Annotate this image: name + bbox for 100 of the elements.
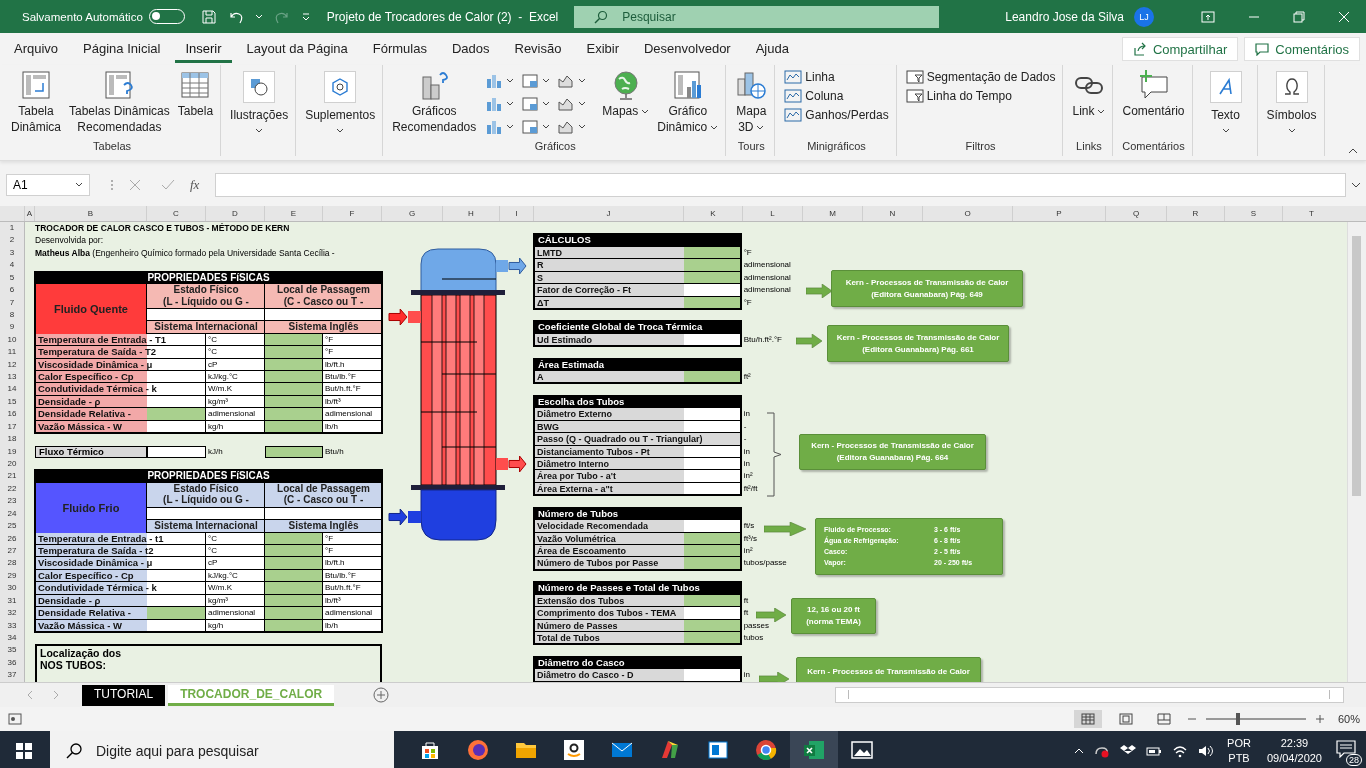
- chart-type-icon[interactable]: [485, 118, 504, 135]
- ribbon-tab[interactable]: Layout da Página: [236, 35, 358, 63]
- comments-button[interactable]: Comentários: [1244, 37, 1360, 61]
- column-header[interactable]: F: [322, 206, 381, 221]
- windows-start-icon[interactable]: [16, 743, 32, 759]
- ribbon-button[interactable]: Ganhos/Perdas: [781, 107, 892, 123]
- row-header[interactable]: 25: [0, 520, 24, 533]
- row-header[interactable]: 12: [0, 358, 24, 372]
- row-header[interactable]: 11: [0, 346, 24, 359]
- column-header[interactable]: R: [1166, 206, 1224, 221]
- keyboard-indicator[interactable]: PTB: [1228, 751, 1250, 766]
- chart-type-icon[interactable]: [521, 72, 540, 89]
- row-header[interactable]: 18: [0, 433, 24, 446]
- ribbon-button[interactable]: Suplementos: [302, 67, 379, 135]
- sync-error-icon[interactable]: [1094, 744, 1111, 758]
- ribbon-button[interactable]: Tabela: [174, 67, 217, 121]
- column-header[interactable]: A: [24, 206, 34, 221]
- column-header[interactable]: E: [264, 206, 322, 221]
- row-header[interactable]: 33: [0, 619, 24, 632]
- row-header[interactable]: 28: [0, 557, 24, 570]
- normal-view-icon[interactable]: [1073, 710, 1102, 728]
- slider-thumb[interactable]: [1235, 713, 1240, 725]
- share-button[interactable]: Compartilhar: [1121, 37, 1239, 61]
- column-header[interactable]: D: [205, 206, 264, 221]
- user-avatar[interactable]: LJ: [1134, 6, 1154, 27]
- row-header[interactable]: 27: [0, 544, 24, 558]
- row-header[interactable]: 22: [0, 482, 24, 496]
- row-header[interactable]: 21: [0, 470, 24, 483]
- ribbon-button[interactable]: Linha do Tempo: [902, 88, 1059, 104]
- zoom-level[interactable]: 60%: [1337, 713, 1360, 725]
- horizontal-scrollbar[interactable]: [835, 687, 1344, 703]
- row-header[interactable]: 1: [0, 222, 24, 235]
- ribbon-tab[interactable]: Ajuda: [745, 35, 799, 63]
- customize-icon[interactable]: [300, 11, 311, 22]
- column-header[interactable]: C: [146, 206, 205, 221]
- column-header[interactable]: N: [862, 206, 922, 221]
- row-header[interactable]: 37: [0, 669, 24, 682]
- column-header[interactable]: I: [499, 206, 533, 221]
- ribbon-button[interactable]: Link: [1069, 67, 1109, 121]
- clock-time[interactable]: 22:39: [1280, 736, 1309, 751]
- row-header[interactable]: 10: [0, 333, 24, 347]
- ribbon-tab[interactable]: Dados: [441, 35, 500, 63]
- speaker-icon[interactable]: [1198, 744, 1215, 758]
- column-header[interactable]: K: [683, 206, 742, 221]
- battery-icon[interactable]: [1146, 745, 1163, 757]
- ribbon-button[interactable]: Gráfico Dinâmico: [654, 67, 722, 137]
- collapse-ribbon-icon[interactable]: [1348, 148, 1358, 154]
- add-sheet-icon[interactable]: [373, 687, 390, 703]
- row-header[interactable]: 13: [0, 371, 24, 384]
- ribbon-button[interactable]: Tabelas Dinâmicas Recomendadas: [66, 67, 173, 137]
- row-header[interactable]: 20: [0, 458, 24, 471]
- language-indicator[interactable]: POR: [1227, 736, 1251, 751]
- row-header[interactable]: 23: [0, 495, 24, 508]
- ribbon-tab[interactable]: Exibir: [576, 35, 629, 63]
- row-header[interactable]: 24: [0, 507, 24, 521]
- chart-type-icon[interactable]: [521, 95, 540, 112]
- macro-record-icon[interactable]: [8, 713, 22, 725]
- search-field[interactable]: Pesquisar: [574, 5, 940, 28]
- row-header[interactable]: 30: [0, 582, 24, 595]
- row-header[interactable]: 29: [0, 569, 24, 583]
- column-header[interactable]: Q: [1105, 206, 1166, 221]
- save-icon[interactable]: [200, 8, 217, 25]
- ribbon-button[interactable]: Linha: [781, 69, 892, 85]
- column-header[interactable]: M: [802, 206, 862, 221]
- ribbon-button[interactable]: Mapas: [599, 67, 653, 121]
- check-icon[interactable]: [161, 178, 175, 191]
- column-header[interactable]: O: [922, 206, 1012, 221]
- zoom-in-icon[interactable]: [1315, 715, 1324, 723]
- ribbon-tab[interactable]: Inserir: [175, 35, 232, 63]
- ribbon-tab[interactable]: Desenvolvedor: [634, 35, 741, 63]
- row-header[interactable]: 9: [0, 321, 24, 334]
- wifi-icon[interactable]: [1172, 744, 1189, 758]
- ribbon-button[interactable]: Gráficos Recomendados: [389, 67, 480, 137]
- row-header[interactable]: 17: [0, 420, 24, 434]
- row-header[interactable]: 16: [0, 408, 24, 421]
- column-header[interactable]: S: [1224, 206, 1282, 221]
- insert-function-button[interactable]: fx: [190, 176, 200, 193]
- ribbon-button[interactable]: Tabela Dinâmica: [8, 67, 64, 137]
- column-header[interactable]: G: [381, 206, 442, 221]
- row-header[interactable]: 8: [0, 308, 24, 322]
- row-header[interactable]: 32: [0, 607, 24, 620]
- row-header[interactable]: 5: [0, 271, 24, 285]
- row-header[interactable]: 36: [0, 656, 24, 670]
- ribbon-display-icon[interactable]: [1201, 10, 1215, 23]
- row-header[interactable]: 14: [0, 383, 24, 396]
- sheet-tab[interactable]: TUTORIAL: [82, 684, 166, 706]
- chart-type-icon[interactable]: [521, 118, 540, 135]
- row-header[interactable]: 3: [0, 246, 24, 260]
- row-header[interactable]: 35: [0, 644, 24, 657]
- column-header[interactable]: L: [742, 206, 802, 221]
- row-header[interactable]: 15: [0, 395, 24, 409]
- taskbar-search-field[interactable]: Digite aqui para pesquisar: [50, 731, 394, 768]
- column-header[interactable]: B: [34, 206, 146, 221]
- row-header[interactable]: 6: [0, 284, 24, 297]
- chart-type-icon[interactable]: [485, 95, 504, 112]
- ribbon-button[interactable]: Mapa 3D: [732, 67, 771, 137]
- caret-icon[interactable]: [1074, 748, 1085, 754]
- column-header[interactable]: P: [1012, 206, 1105, 221]
- ribbon-button[interactable]: Ilustrações: [227, 67, 292, 135]
- row-header[interactable]: 19: [0, 445, 24, 458]
